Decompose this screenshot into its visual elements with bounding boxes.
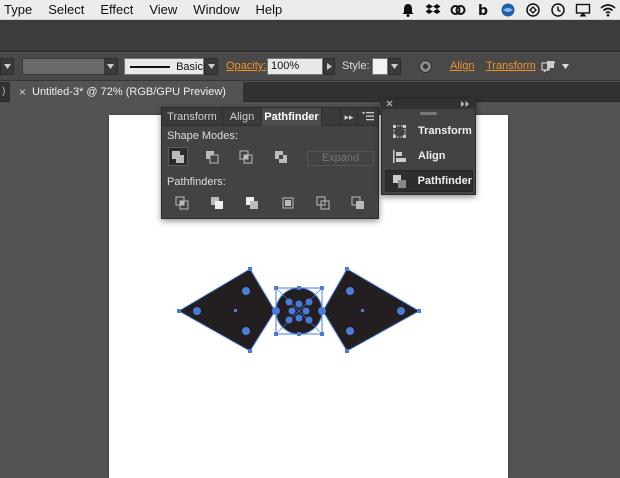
transform-link[interactable]: Transform <box>486 58 536 75</box>
collapsed-panel-dock: Transform Align Pathfinder <box>381 98 476 195</box>
opacity-input[interactable]: 100% <box>267 58 323 75</box>
stroke-profile-arrow[interactable] <box>204 58 218 75</box>
stroke-profile-label: Basic <box>176 60 203 73</box>
outline-button[interactable] <box>313 193 333 212</box>
intersect-button[interactable] <box>236 147 256 166</box>
document-tab[interactable]: × Untitled-3* @ 72% (RGB/GPU Preview) <box>10 82 243 102</box>
stroke-profile-line <box>130 65 171 68</box>
pathfinders-label: Pathfinders: <box>167 176 226 188</box>
isolate-selected-icon <box>541 61 556 73</box>
dropbox-icon[interactable] <box>425 2 441 18</box>
document-tab-title: Untitled-3* @ 72% (RGB/GPU Preview) <box>32 86 226 98</box>
pathfinder-icon <box>391 173 408 189</box>
minus-back-icon <box>351 196 364 209</box>
menu-bar: Type Select Effect View Window Help b <box>0 0 620 20</box>
globe-app-icon[interactable] <box>500 2 516 18</box>
menu-select[interactable]: Select <box>40 0 92 20</box>
b-app-icon[interactable]: b <box>475 2 491 18</box>
unite-button[interactable] <box>168 147 188 166</box>
panel-menu-icon <box>362 112 374 121</box>
dock-item-label: Pathfinder <box>417 175 472 187</box>
sync-icon[interactable] <box>525 2 541 18</box>
menu-type[interactable]: Type <box>0 0 40 20</box>
dock-item-label: Transform <box>418 125 472 137</box>
align-link[interactable]: Align <box>450 58 474 75</box>
application-bar <box>0 20 620 52</box>
menu-help[interactable]: Help <box>248 0 291 20</box>
dock-grip[interactable] <box>420 112 437 115</box>
close-icon[interactable]: × <box>19 82 26 102</box>
graphic-style-arrow[interactable] <box>388 58 401 75</box>
chevron-right-icon <box>326 63 332 70</box>
crop-button[interactable] <box>278 193 298 212</box>
minus-front-button[interactable] <box>202 147 222 166</box>
merge-icon <box>246 196 258 209</box>
dock-item-transform[interactable]: Transform <box>385 120 473 142</box>
expand-panels-icon[interactable] <box>461 101 470 107</box>
pathfinder-panel: Transform Align Pathfinder ▸▸ Shape Mode… <box>161 107 379 219</box>
creative-cloud-icon[interactable] <box>450 2 466 18</box>
chevron-down-icon <box>561 64 569 69</box>
style-label: Style: <box>342 60 370 72</box>
dock-item-align[interactable]: Align <box>385 145 473 167</box>
dock-item-label: Align <box>418 150 446 162</box>
panel-collapse-icon[interactable]: ▸▸ <box>340 108 358 126</box>
menu-effect[interactable]: Effect <box>92 0 141 20</box>
intersect-icon <box>239 150 253 163</box>
airplay-icon[interactable] <box>575 2 591 18</box>
trim-button[interactable] <box>207 193 227 212</box>
minus-back-button[interactable] <box>348 193 368 212</box>
tab-pathfinder[interactable]: Pathfinder <box>262 108 322 126</box>
outline-icon <box>316 196 330 209</box>
chevron-down-icon <box>107 64 114 69</box>
exclude-button[interactable] <box>271 147 291 166</box>
chevron-down-icon <box>391 64 398 69</box>
dock-item-pathfinder[interactable]: Pathfinder <box>385 170 473 192</box>
stroke-weight-arrow[interactable] <box>104 58 118 75</box>
previous-tab[interactable]: ) <box>0 82 10 102</box>
unite-icon <box>172 150 184 163</box>
dock-header <box>382 99 475 109</box>
chevron-down-icon <box>207 64 215 69</box>
recolor-wheel-icon <box>419 60 432 73</box>
panel-tab-strip: Transform Align Pathfinder ▸▸ <box>162 108 378 126</box>
merge-button[interactable] <box>242 193 262 212</box>
divide-icon <box>175 196 189 209</box>
crop-icon <box>282 197 294 208</box>
control-bar: Basic Opacity: 100% Style: Align Transfo… <box>0 53 620 81</box>
menu-extras: b <box>400 0 616 20</box>
opacity-link[interactable]: Opacity: <box>226 58 266 75</box>
exclude-icon <box>275 150 287 163</box>
wifi-icon[interactable] <box>600 2 616 18</box>
expand-button[interactable]: Expand <box>307 151 374 166</box>
shape-modes-label: Shape Modes: <box>167 130 238 142</box>
isolate-button[interactable] <box>540 58 558 75</box>
opacity-arrow[interactable] <box>323 58 335 75</box>
trim-icon <box>211 196 223 209</box>
bow-tie-shapes[interactable] <box>178 268 421 352</box>
control-bar-menu-button[interactable] <box>560 58 570 75</box>
panel-menu-button[interactable] <box>358 108 378 126</box>
fill-dropdown-arrow[interactable] <box>0 58 14 75</box>
minus-front-icon <box>206 150 219 163</box>
chevron-down-icon <box>3 64 11 69</box>
menu-window[interactable]: Window <box>185 0 247 20</box>
stroke-profile-select[interactable]: Basic <box>124 58 204 75</box>
graphic-style-swatch[interactable] <box>372 58 388 75</box>
tab-align[interactable]: Align <box>223 108 262 126</box>
close-icon[interactable] <box>386 100 393 107</box>
menu-view[interactable]: View <box>141 0 185 20</box>
tab-transform[interactable]: Transform <box>162 108 223 126</box>
align-icon <box>390 148 408 164</box>
recolor-artwork-button[interactable] <box>417 58 434 75</box>
time-machine-icon[interactable] <box>550 2 566 18</box>
transform-icon <box>390 123 408 139</box>
bell-icon[interactable] <box>400 2 416 18</box>
divide-button[interactable] <box>172 193 192 212</box>
svg-text:b: b <box>478 3 488 18</box>
document-tab-bar: ) × Untitled-3* @ 72% (RGB/GPU Preview) <box>0 82 620 102</box>
